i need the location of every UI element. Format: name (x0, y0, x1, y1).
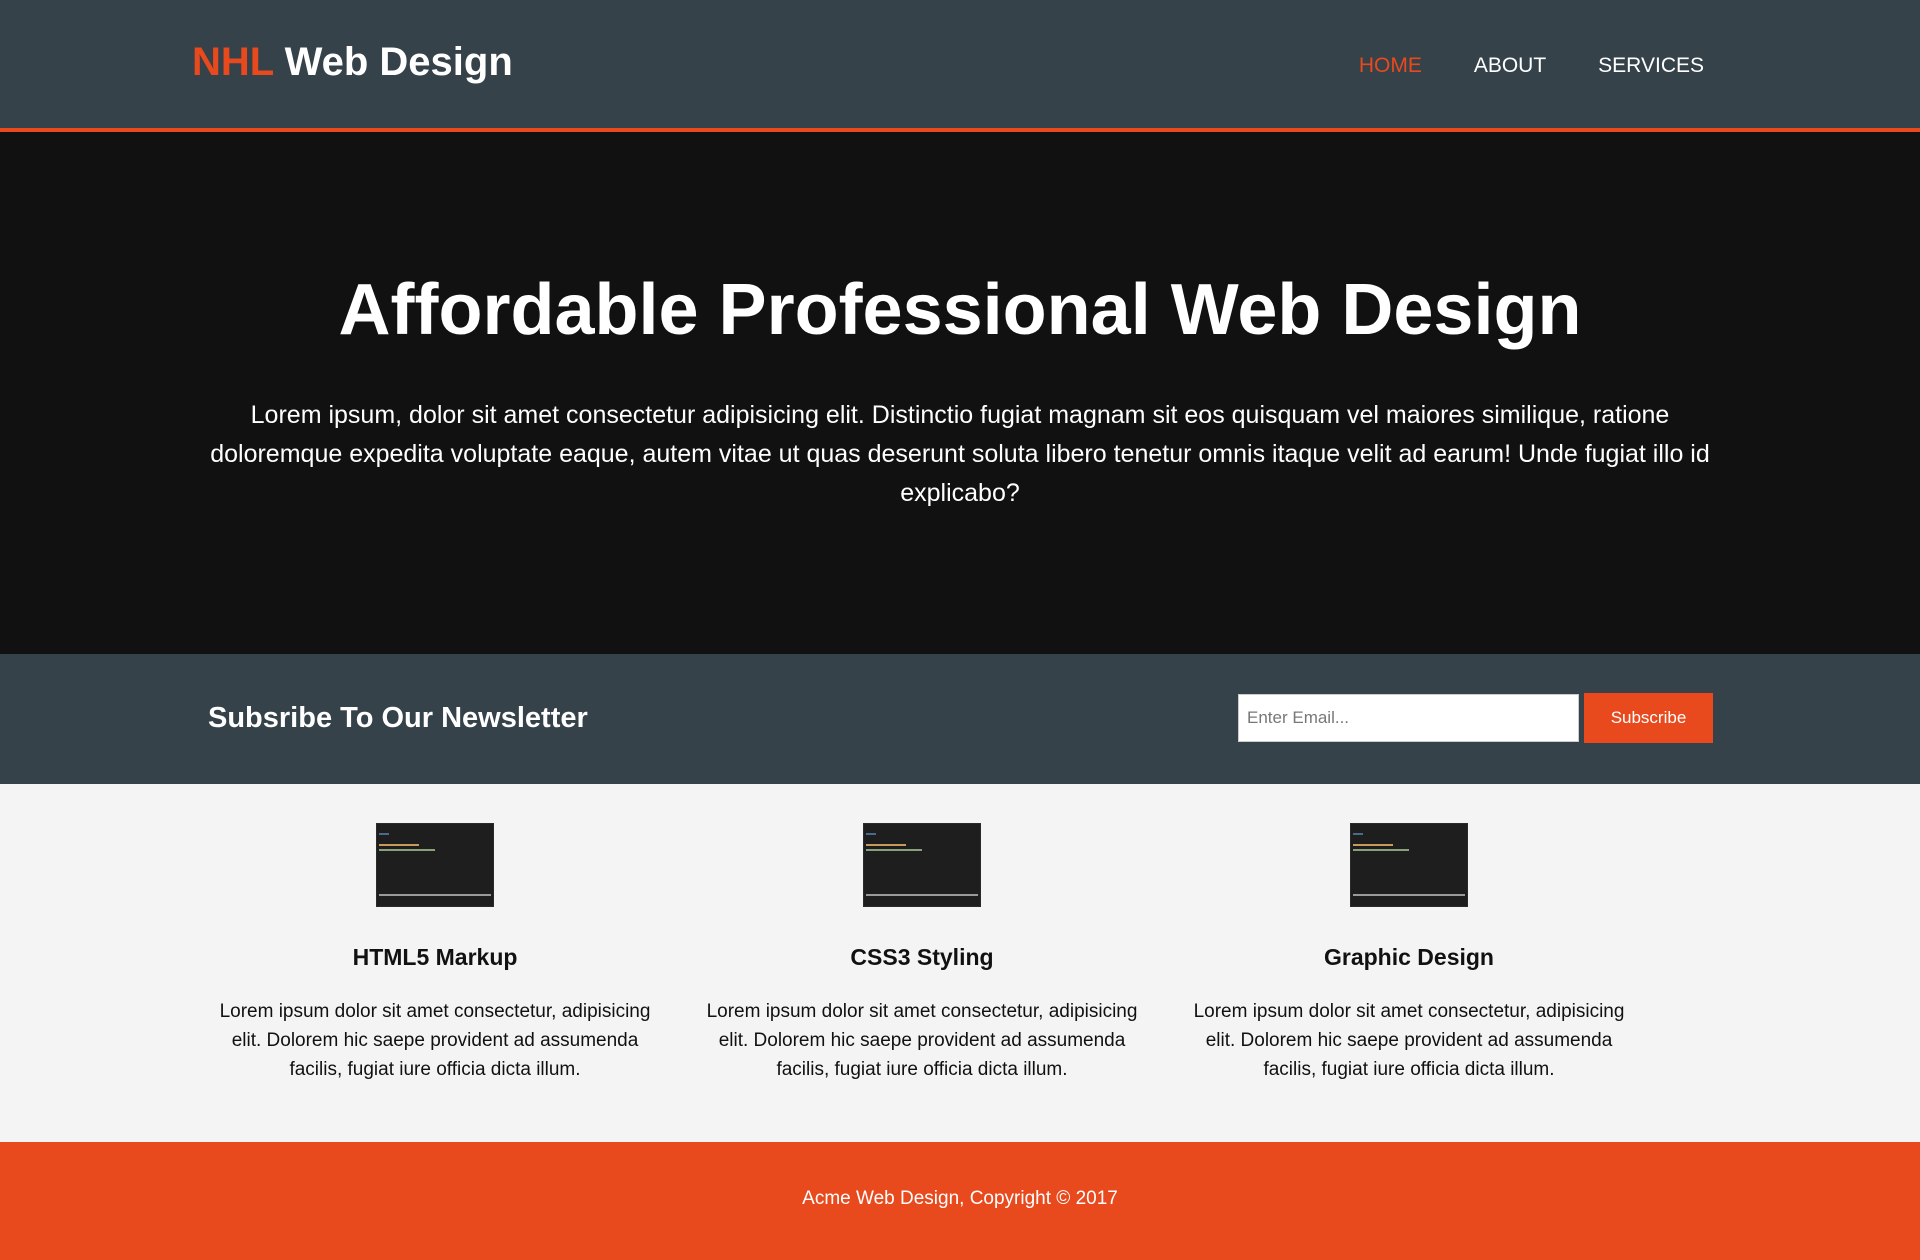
email-input[interactable] (1238, 694, 1579, 742)
service-title: HTML5 Markup (352, 944, 518, 970)
nav-item-home[interactable]: Home (1359, 54, 1422, 78)
newsletter-section: Subsribe To Our Newsletter Subscribe (0, 654, 1920, 784)
service-text: Lorem ipsum dolor sit amet consectetur, … (1193, 1001, 1625, 1080)
logo-highlight: NHL (192, 40, 274, 84)
services-boxes: HTML5 Markup Lorem ipsum dolor sit amet … (0, 784, 1920, 1142)
main-nav: Home About Services (1359, 54, 1704, 78)
showcase-title: Affordable Professional Web Design (338, 270, 1582, 350)
site-header: NHL Web Design Home About Services (0, 0, 1920, 132)
code-screenshot-image (376, 823, 494, 907)
nav-item-about[interactable]: About (1474, 54, 1546, 78)
showcase-hero: Affordable Professional Web Design Lorem… (0, 132, 1920, 654)
service-title: CSS3 Styling (850, 944, 994, 970)
logo-text: Web Design (273, 40, 513, 84)
code-screenshot-image (1350, 823, 1468, 907)
showcase-text: Lorem ipsum, dolor sit amet consectetur … (210, 401, 1710, 507)
service-text: Lorem ipsum dolor sit amet consectetur, … (219, 1001, 651, 1080)
service-box-css3: CSS3 Styling Lorem ipsum dolor sit amet … (692, 823, 1152, 1084)
newsletter-heading: Subsribe To Our Newsletter (208, 702, 588, 734)
subscribe-button[interactable]: Subscribe (1584, 693, 1713, 743)
footer-copyright: Acme Web Design, Copyright © 2017 (802, 1188, 1118, 1209)
code-screenshot-image (863, 823, 981, 907)
service-title: Graphic Design (1324, 944, 1494, 970)
service-box-graphic-design: Graphic Design Lorem ipsum dolor sit ame… (1179, 823, 1639, 1084)
site-footer: Acme Web Design, Copyright © 2017 (0, 1142, 1920, 1260)
service-text: Lorem ipsum dolor sit amet consectetur, … (706, 1001, 1138, 1080)
site-logo[interactable]: NHL Web Design (192, 40, 513, 85)
nav-item-services[interactable]: Services (1598, 54, 1704, 78)
service-box-html5: HTML5 Markup Lorem ipsum dolor sit amet … (205, 823, 665, 1084)
